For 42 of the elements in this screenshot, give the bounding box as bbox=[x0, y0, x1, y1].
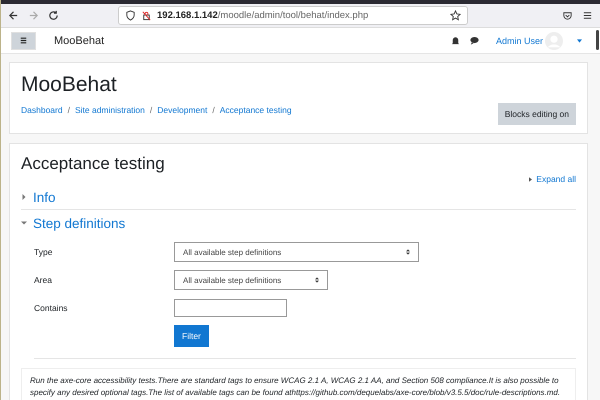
caret-icon[interactable] bbox=[577, 38, 582, 42]
breadcrumb-link[interactable]: Acceptance testing bbox=[220, 105, 292, 115]
site-name[interactable]: MooBehat bbox=[54, 34, 104, 46]
caret-icon bbox=[21, 220, 27, 226]
caret-icon bbox=[529, 176, 532, 182]
chat-icon[interactable] bbox=[468, 35, 480, 46]
collapsible-section-header[interactable]: Step definitions bbox=[21, 216, 126, 230]
breadcrumb-link[interactable]: Site administration bbox=[74, 105, 145, 115]
sort-icon bbox=[315, 277, 319, 283]
breadcrumb-separator: / bbox=[150, 105, 152, 115]
reload-icon[interactable] bbox=[48, 10, 59, 21]
lock-icon bbox=[141, 10, 152, 21]
field-label: Type bbox=[34, 247, 54, 257]
star-icon[interactable] bbox=[450, 10, 461, 21]
blocks-editing-button[interactable]: Blocks editing on bbox=[498, 103, 576, 125]
page-title: MooBehat bbox=[21, 73, 118, 97]
input-field[interactable] bbox=[174, 299, 287, 317]
filter-button[interactable]: Filter bbox=[174, 325, 209, 347]
expand-all-link[interactable]: Expand all bbox=[529, 174, 576, 184]
scrollbar-thumb[interactable] bbox=[596, 30, 599, 50]
pocket-icon[interactable] bbox=[562, 10, 573, 21]
sort-icon bbox=[406, 249, 410, 255]
description-text: Run the axe-core accessibility tests.There are standard tags to ensure WCAG 2.1 A, WCAG 2.1 AA, and Section 508 compliance.It is also possible to specify any desired optional tags.The list of available tags can be found athttps://github.com/dequelabs/axe-core/blob/v3.5.5/doc/rule-descriptions.md. bbox=[30, 375, 562, 400]
address-bar[interactable]: 192.168.1.142/moodle/admin/tool/behat/index.php bbox=[118, 6, 468, 25]
section-heading: Acceptance testing bbox=[21, 154, 166, 174]
breadcrumb-link[interactable]: Dashboard bbox=[21, 105, 63, 115]
user-name[interactable]: Admin User bbox=[496, 36, 543, 46]
breadcrumb-link[interactable]: Development bbox=[157, 105, 208, 115]
shield-icon bbox=[125, 10, 136, 21]
breadcrumb-separator: / bbox=[68, 105, 70, 115]
back-icon[interactable] bbox=[8, 10, 19, 21]
bell-icon[interactable] bbox=[450, 35, 461, 46]
menu-icon[interactable] bbox=[582, 10, 593, 21]
dropdown-select[interactable]: All available step definitions bbox=[174, 270, 328, 290]
collapsible-section-header[interactable]: Info bbox=[21, 190, 56, 204]
caret-icon bbox=[21, 194, 27, 200]
field-label: Contains bbox=[34, 303, 69, 313]
dropdown-select[interactable]: All available step definitions bbox=[174, 242, 419, 262]
menu-icon bbox=[18, 35, 29, 46]
menu-button[interactable] bbox=[11, 32, 36, 50]
field-label: Area bbox=[34, 275, 53, 285]
breadcrumb-separator: / bbox=[212, 105, 215, 115]
